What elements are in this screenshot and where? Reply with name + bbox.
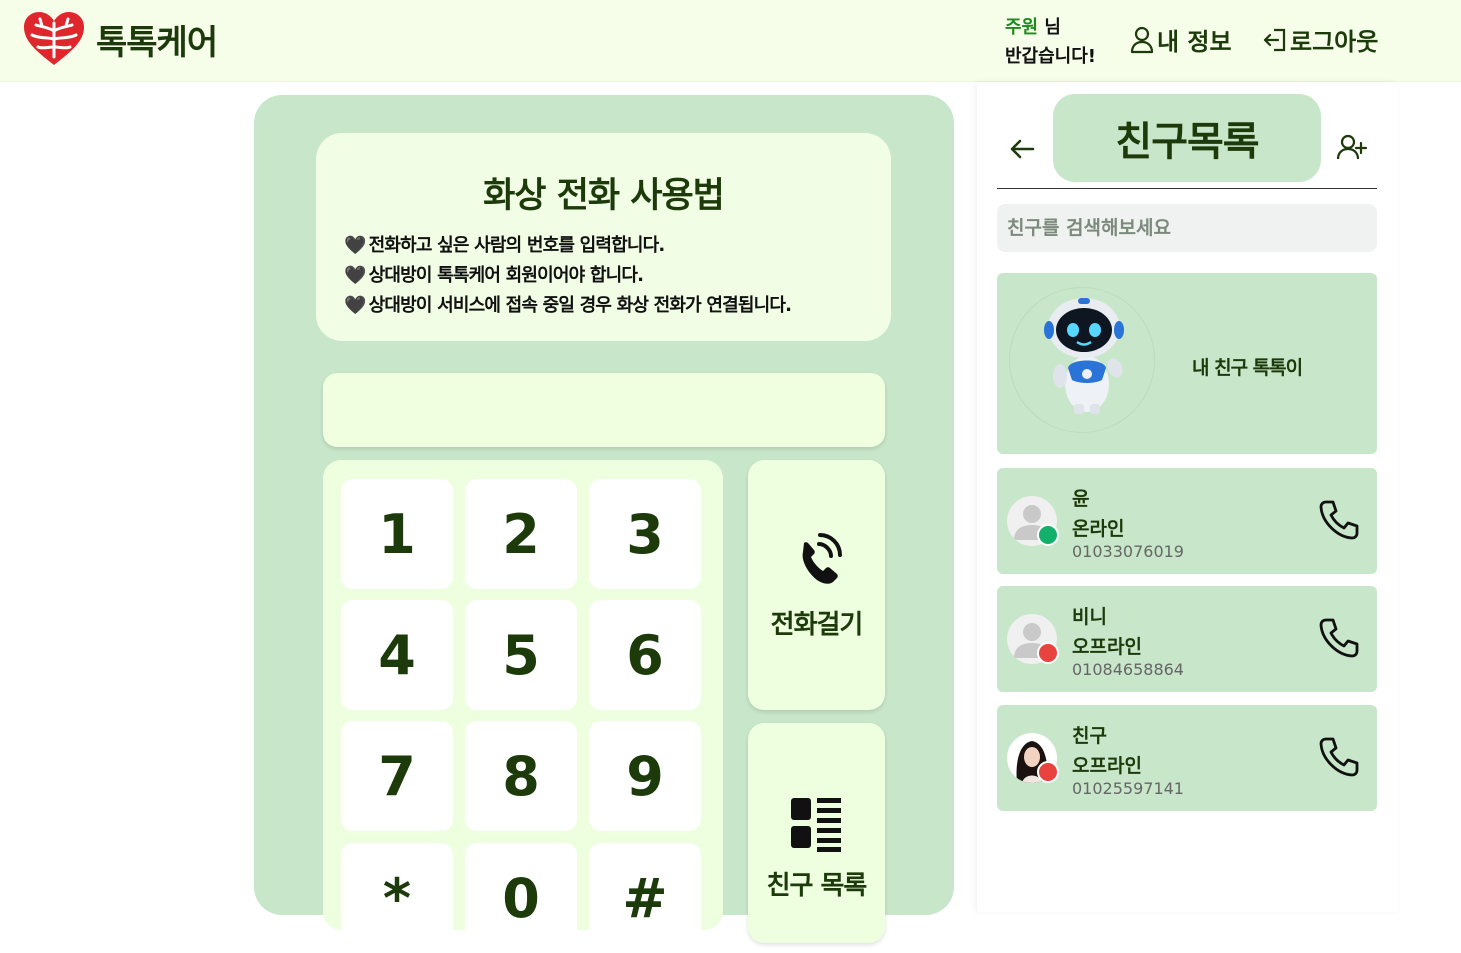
key-1[interactable]: 1 xyxy=(341,479,453,589)
heart-brain-logo-icon xyxy=(24,12,84,65)
key-2[interactable]: 2 xyxy=(465,479,577,589)
robot-mascot-icon xyxy=(1044,298,1124,414)
user-greeting: 주원 님 반갑습니다! xyxy=(1005,13,1096,71)
logout-label: 로그아웃 xyxy=(1290,28,1379,56)
key-star[interactable]: * xyxy=(341,843,453,953)
key-hash[interactable]: # xyxy=(589,843,701,953)
guide-title: 화상 전화 사용법 xyxy=(483,176,725,216)
dial-keypad: 1 2 3 4 5 6 7 8 9 * 0 # xyxy=(323,460,723,953)
black-heart-icon: 🖤 xyxy=(344,235,366,256)
friend-name: 친구 xyxy=(1072,725,1107,747)
bot-label: 내 친구 톡톡이 xyxy=(1192,357,1303,379)
friends-panel: 친구목록 내 xyxy=(977,82,1397,912)
friend-status: 오프라인 xyxy=(1072,636,1142,658)
friend-list-button[interactable]: 친구 목록 xyxy=(748,723,885,943)
user-name-suffix: 님 xyxy=(1038,17,1061,38)
key-7[interactable]: 7 xyxy=(341,721,453,831)
usage-guide-card: 화상 전화 사용법 🖤 전화하고 싶은 사람의 번호를 입력합니다. 🖤 상대방이 … xyxy=(316,133,891,341)
friend-status: 온라인 xyxy=(1072,518,1125,540)
phone-call-icon[interactable] xyxy=(1317,498,1361,542)
logout-button[interactable]: 로그아웃 xyxy=(1262,22,1378,57)
make-call-label: 전화걸기 xyxy=(770,610,864,640)
friend-item[interactable]: 윤 온라인 01033076019 xyxy=(997,468,1377,574)
add-friend-icon[interactable] xyxy=(1337,132,1367,162)
key-3[interactable]: 3 xyxy=(589,479,701,589)
friend-item[interactable]: 비니 오프라인 01084658864 xyxy=(997,586,1377,692)
make-call-button[interactable]: 전화걸기 xyxy=(748,460,885,710)
friend-item[interactable]: 친구 오프라인 01025597141 xyxy=(997,705,1377,811)
app-header: 톡톡케어 주원 님 반갑습니다! 내 정보 로그아웃 xyxy=(0,0,1461,82)
back-arrow-icon[interactable] xyxy=(1007,134,1037,164)
key-6[interactable]: 6 xyxy=(589,600,701,710)
black-heart-icon: 🖤 xyxy=(344,265,366,286)
friend-search-input[interactable] xyxy=(997,204,1377,252)
friend-phone: 01084658864 xyxy=(1072,660,1184,679)
black-heart-icon: 🖤 xyxy=(344,295,366,316)
logout-icon xyxy=(1263,28,1286,51)
phone-number-display[interactable] xyxy=(323,373,885,447)
guide-item: 🖤 상대방이 서비스에 접속 중일 경우 화상 전화가 연결됩니다. xyxy=(344,295,792,316)
guide-item: 🖤 전화하고 싶은 사람의 번호를 입력합니다. xyxy=(344,235,665,256)
bot-avatar-frame xyxy=(1009,287,1155,433)
ringing-phone-icon xyxy=(802,533,842,584)
offline-status-dot xyxy=(1037,761,1059,783)
online-status-dot xyxy=(1037,524,1059,546)
title-divider xyxy=(997,188,1377,189)
key-0[interactable]: 0 xyxy=(465,843,577,953)
key-4[interactable]: 4 xyxy=(341,600,453,710)
phone-call-icon[interactable] xyxy=(1317,735,1361,779)
user-icon xyxy=(1130,26,1154,53)
toktok-bot-card[interactable]: 내 친구 톡톡이 xyxy=(997,273,1377,454)
friend-name: 비니 xyxy=(1072,606,1107,628)
list-icon xyxy=(790,798,841,852)
guide-item: 🖤 상대방이 톡톡케어 회원이어야 합니다. xyxy=(344,265,644,286)
friend-phone: 01033076019 xyxy=(1072,542,1184,561)
key-8[interactable]: 8 xyxy=(465,721,577,831)
app-logo-text: 톡톡케어 xyxy=(96,22,218,63)
my-info-label: 내 정보 xyxy=(1157,28,1232,56)
my-info-button[interactable]: 내 정보 xyxy=(1129,22,1232,57)
friend-phone: 01025597141 xyxy=(1072,779,1184,798)
friend-list-label: 친구 목록 xyxy=(766,871,868,901)
video-call-panel: 화상 전화 사용법 🖤 전화하고 싶은 사람의 번호를 입력합니다. 🖤 상대방이 … xyxy=(254,95,954,953)
app-logo[interactable]: 톡톡케어 xyxy=(22,11,218,67)
friends-panel-title: 친구목록 xyxy=(1053,94,1321,182)
key-9[interactable]: 9 xyxy=(589,721,701,831)
guide-list: 🖤 전화하고 싶은 사람의 번호를 입력합니다. 🖤 상대방이 톡톡케어 회원이어야… xyxy=(344,231,792,321)
friend-status: 오프라인 xyxy=(1072,755,1142,777)
greeting-text: 반갑습니다! xyxy=(1005,46,1097,67)
offline-status-dot xyxy=(1037,642,1059,664)
friend-name: 윤 xyxy=(1072,488,1090,510)
phone-call-icon[interactable] xyxy=(1317,616,1361,660)
user-name: 주원 xyxy=(1005,17,1039,38)
key-5[interactable]: 5 xyxy=(465,600,577,710)
